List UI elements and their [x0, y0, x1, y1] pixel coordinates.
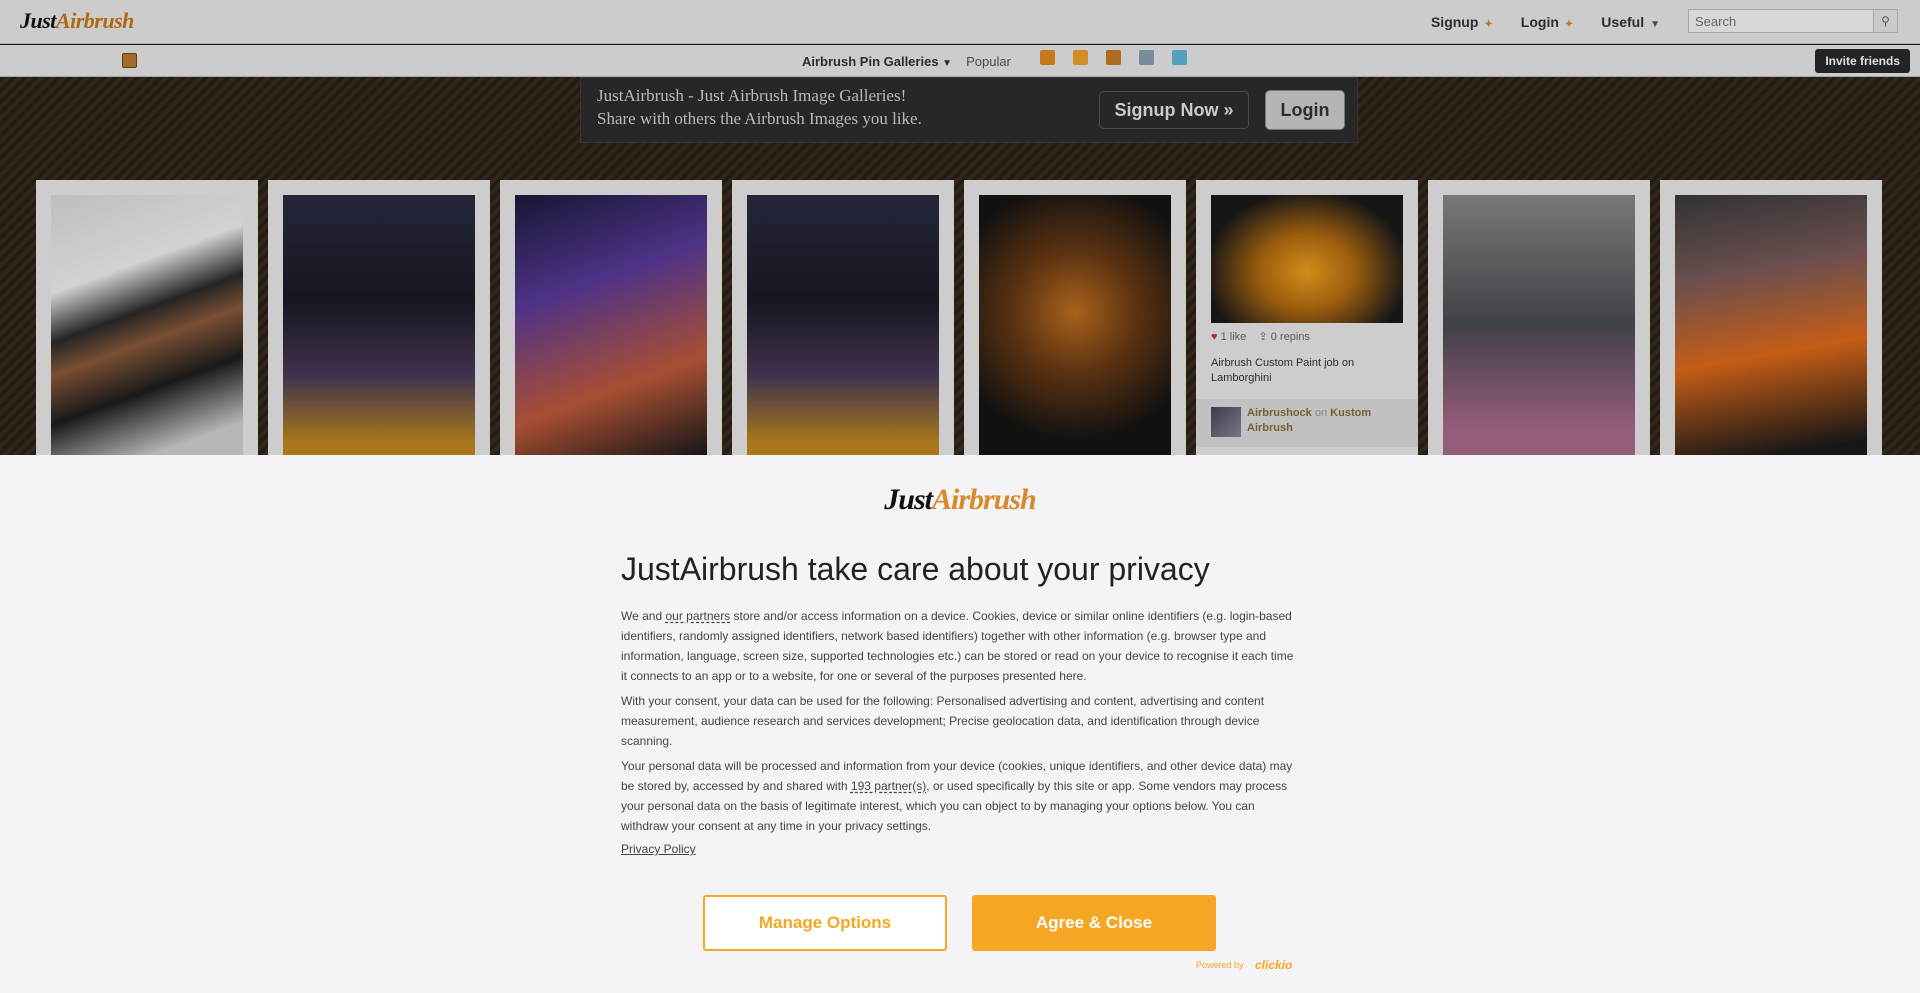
- privacy-policy-link[interactable]: Privacy Policy: [621, 842, 696, 856]
- rss-icon[interactable]: [1040, 50, 1055, 65]
- galleries-dropdown[interactable]: Airbrush Pin Galleries ▼: [802, 54, 952, 69]
- repin-icon: ⇪: [1258, 331, 1268, 343]
- pin-image[interactable]: [1211, 195, 1403, 323]
- pin-title[interactable]: Airbrush Custom Paint job on Lamborghini: [1211, 356, 1403, 386]
- top-navbar: JustAirbrush Signup✦ Login✦ Useful▼ ⚲: [0, 0, 1920, 44]
- consent-title: JustAirbrush take care about your privac…: [621, 551, 1210, 587]
- pin-card[interactable]: [500, 180, 722, 455]
- signup-now-button[interactable]: Signup Now »: [1099, 91, 1249, 129]
- popular-link[interactable]: Popular: [966, 54, 1011, 69]
- consent-body: We and our partners store and/or access …: [621, 606, 1297, 841]
- login-menu[interactable]: Login ✦: [1521, 14, 1574, 30]
- heart-icon: ♥: [1211, 331, 1218, 343]
- pin-image[interactable]: [1675, 195, 1867, 455]
- search-box: ⚲: [1688, 9, 1898, 33]
- pin-grid: ♥ 1 like ⇪ 0 repins Airbrush Custom Pain…: [36, 180, 1886, 455]
- privacy-consent-dialog: JustAirbrush JustAirbrush take care abou…: [0, 455, 1920, 993]
- promo-line-1: JustAirbrush - Just Airbrush Image Galle…: [597, 86, 907, 105]
- plus-icon: ✦: [1484, 19, 1493, 30]
- chevron-down-icon: ▼: [942, 58, 953, 69]
- google-icon[interactable]: [1139, 50, 1154, 65]
- facebook-icon[interactable]: [1106, 50, 1121, 65]
- partners-link[interactable]: our partners: [665, 609, 730, 623]
- consent-paragraph-1: We and our partners store and/or access …: [621, 609, 1294, 683]
- consent-logo: JustAirbrush: [884, 483, 1036, 516]
- manage-options-button[interactable]: Manage Options: [703, 895, 947, 951]
- pin-card[interactable]: ♥ 1 like ⇪ 0 repins Airbrush Custom Pain…: [1196, 180, 1418, 455]
- app-icon[interactable]: [122, 53, 137, 68]
- agree-close-button[interactable]: Agree & Close: [972, 895, 1216, 951]
- top-nav: Signup ✦ Login ✦ Useful ▼: [1431, 14, 1660, 30]
- social-icons: [1040, 50, 1187, 65]
- pin-byline: Airbrushock on Kustom Airbrush: [1196, 399, 1418, 447]
- pin-card[interactable]: [1428, 180, 1650, 455]
- pin-image[interactable]: [979, 195, 1171, 455]
- pin-card[interactable]: [732, 180, 954, 455]
- pin-image[interactable]: [283, 195, 475, 455]
- pin-stats: ♥ 1 like ⇪ 0 repins: [1211, 331, 1310, 343]
- pin-user-link[interactable]: Airbrushock: [1247, 407, 1312, 419]
- promo-banner: JustAirbrush - Just Airbrush Image Galle…: [580, 77, 1358, 143]
- twitter-icon[interactable]: [1172, 50, 1187, 65]
- promo-login-button[interactable]: Login: [1265, 90, 1345, 130]
- pin-card[interactable]: [964, 180, 1186, 455]
- pin-image[interactable]: [51, 195, 243, 455]
- pin-image[interactable]: [515, 195, 707, 455]
- invite-friends-button[interactable]: Invite friends: [1815, 49, 1910, 73]
- consent-paragraph-3: Your personal data will be processed and…: [621, 759, 1293, 833]
- pin-image[interactable]: [747, 195, 939, 455]
- avatar[interactable]: [1211, 407, 1241, 437]
- pin-card[interactable]: [36, 180, 258, 455]
- site-logo[interactable]: JustAirbrush: [20, 8, 134, 34]
- consent-paragraph-2: With your consent, your data can be used…: [621, 694, 1265, 748]
- clickio-logo[interactable]: clickio: [1255, 958, 1292, 972]
- promo-line-2: Share with others the Airbrush Images yo…: [597, 109, 922, 128]
- signup-menu[interactable]: Signup ✦: [1431, 14, 1493, 30]
- gallery-nav: Airbrush Pin Galleries ▼ Popular: [802, 54, 1011, 69]
- powered-by-label: Powered by: [1196, 960, 1244, 970]
- useful-menu[interactable]: Useful ▼: [1601, 14, 1660, 30]
- partner-count-link[interactable]: 193 partner(s): [851, 779, 926, 793]
- search-input[interactable]: [1689, 10, 1869, 32]
- pin-card[interactable]: [268, 180, 490, 455]
- search-icon[interactable]: ⚲: [1873, 10, 1897, 32]
- hero-area: JustAirbrush - Just Airbrush Image Galle…: [0, 77, 1920, 455]
- chevron-down-icon: ▼: [1650, 19, 1660, 30]
- plus-icon: ✦: [1564, 19, 1574, 30]
- sub-navbar: Airbrush Pin Galleries ▼ Popular Invite …: [0, 45, 1920, 77]
- pin-card[interactable]: [1660, 180, 1882, 455]
- rss-alt-icon[interactable]: [1073, 50, 1088, 65]
- pin-image[interactable]: [1443, 195, 1635, 455]
